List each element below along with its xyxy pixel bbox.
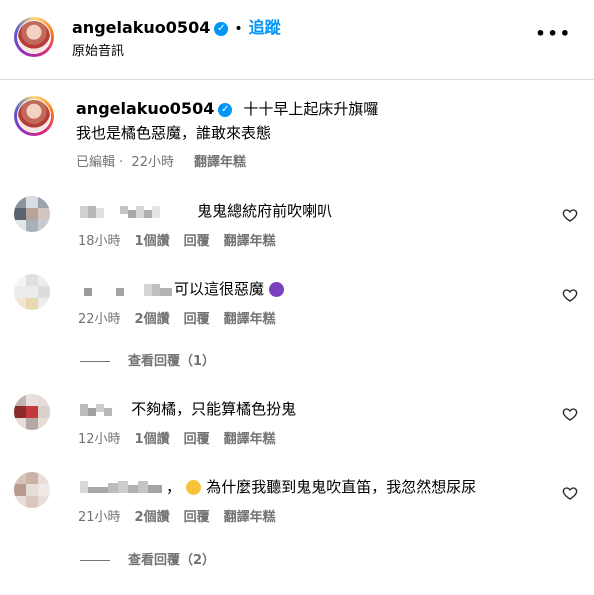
translate-button[interactable]: 翻譯年糕 <box>224 432 276 447</box>
comment-likes[interactable]: 2個讚 <box>135 510 170 525</box>
commenter-avatar[interactable] <box>14 196 50 232</box>
comment-time[interactable]: 22小時 <box>78 312 121 327</box>
caption-username[interactable]: angelakuo0504 <box>76 99 214 118</box>
edited-label: 已編輯 <box>76 155 116 170</box>
replies-line <box>80 560 110 561</box>
comment-text: 可以這很惡魔 <box>174 280 265 298</box>
blurred-username <box>80 403 112 416</box>
comment-item: 可以這很惡魔 22小時 2個讚 回覆 翻譯年糕 <box>0 270 594 330</box>
author-username[interactable]: angelakuo0504 <box>72 18 210 37</box>
caption-translate[interactable]: 翻譯年糕 <box>194 155 246 170</box>
comment-meta: 12小時 1個讚 回覆 翻譯年糕 <box>78 428 290 447</box>
commenter-avatar[interactable] <box>14 394 50 430</box>
verified-icon: ✓ <box>214 21 229 36</box>
like-heart-icon[interactable] <box>562 406 578 422</box>
author-avatar[interactable] <box>14 17 54 57</box>
reply-button[interactable]: 回覆 <box>184 234 210 249</box>
translate-button[interactable]: 翻譯年糕 <box>224 312 276 327</box>
view-replies-button[interactable]: 查看回覆（2） <box>80 549 215 568</box>
caption-avatar[interactable] <box>14 96 54 136</box>
reply-button[interactable]: 回覆 <box>184 312 210 327</box>
comment-likes[interactable]: 1個讚 <box>135 234 170 249</box>
caption-line1: 十十早上起床升旗囉 <box>243 100 379 118</box>
caption-time[interactable]: 22小時 <box>131 155 174 170</box>
comment-prefix: ， <box>166 478 182 496</box>
more-icon[interactable]: ••• <box>535 24 572 43</box>
comment-likes[interactable]: 2個讚 <box>135 312 170 327</box>
header-title-row: angelakuo0504 ✓ • 追蹤 <box>72 14 281 38</box>
caption-meta: 已編輯 · 22小時 翻譯年糕 <box>76 155 246 170</box>
grinning-emoji-icon <box>186 480 202 495</box>
comment-item: ， 為什麼我聽到鬼鬼吹直笛，我忽然想尿尿 21小時 2個讚 回覆 翻譯年糕 <box>0 468 594 528</box>
like-heart-icon[interactable] <box>562 207 578 223</box>
view-replies-button[interactable]: 查看回覆（1） <box>80 350 215 369</box>
like-heart-icon[interactable] <box>562 485 578 501</box>
blurred-username <box>80 480 162 493</box>
like-heart-icon[interactable] <box>562 287 578 303</box>
verified-icon: ✓ <box>218 102 233 117</box>
devil-emoji-icon <box>269 282 285 297</box>
comment-item: 不夠橘，只能算橘色扮鬼 12小時 1個讚 回覆 翻譯年糕 <box>0 390 594 450</box>
comment-meta: 18小時 1個讚 回覆 翻譯年糕 <box>78 230 290 249</box>
replies-line <box>80 361 110 362</box>
translate-button[interactable]: 翻譯年糕 <box>224 234 276 249</box>
comment-meta: 21小時 2個讚 回覆 翻譯年糕 <box>78 506 290 525</box>
comment-time[interactable]: 12小時 <box>78 432 121 447</box>
comment-time[interactable]: 21小時 <box>78 510 121 525</box>
follow-button[interactable]: 追蹤 <box>249 18 281 37</box>
reply-button[interactable]: 回覆 <box>184 510 210 525</box>
comment-text: 不夠橘，只能算橘色扮鬼 <box>131 400 297 418</box>
comment-text: 鬼鬼總統府前吹喇叭 <box>197 202 333 220</box>
comment-meta: 22小時 2個讚 回覆 翻譯年糕 <box>78 308 290 327</box>
comment-time[interactable]: 18小時 <box>78 234 121 249</box>
comment-likes[interactable]: 1個讚 <box>135 432 170 447</box>
blurred-username <box>80 205 160 218</box>
translate-button[interactable]: 翻譯年糕 <box>224 510 276 525</box>
separator-dot: • <box>234 21 243 37</box>
commenter-avatar[interactable] <box>14 274 50 310</box>
comment-item: 鬼鬼總統府前吹喇叭 18小時 1個讚 回覆 翻譯年糕 <box>0 192 594 252</box>
comment-text: 為什麼我聽到鬼鬼吹直笛，我忽然想尿尿 <box>206 478 477 496</box>
caption-line2: 我也是橘色惡魔，誰敢來表態 <box>76 124 272 142</box>
reply-button[interactable]: 回覆 <box>184 432 210 447</box>
audio-label[interactable]: 原始音訊 <box>72 40 124 59</box>
blurred-username <box>84 283 172 296</box>
post-header: angelakuo0504 ✓ • 追蹤 原始音訊 ••• <box>0 0 594 80</box>
commenter-avatar[interactable] <box>14 472 50 508</box>
